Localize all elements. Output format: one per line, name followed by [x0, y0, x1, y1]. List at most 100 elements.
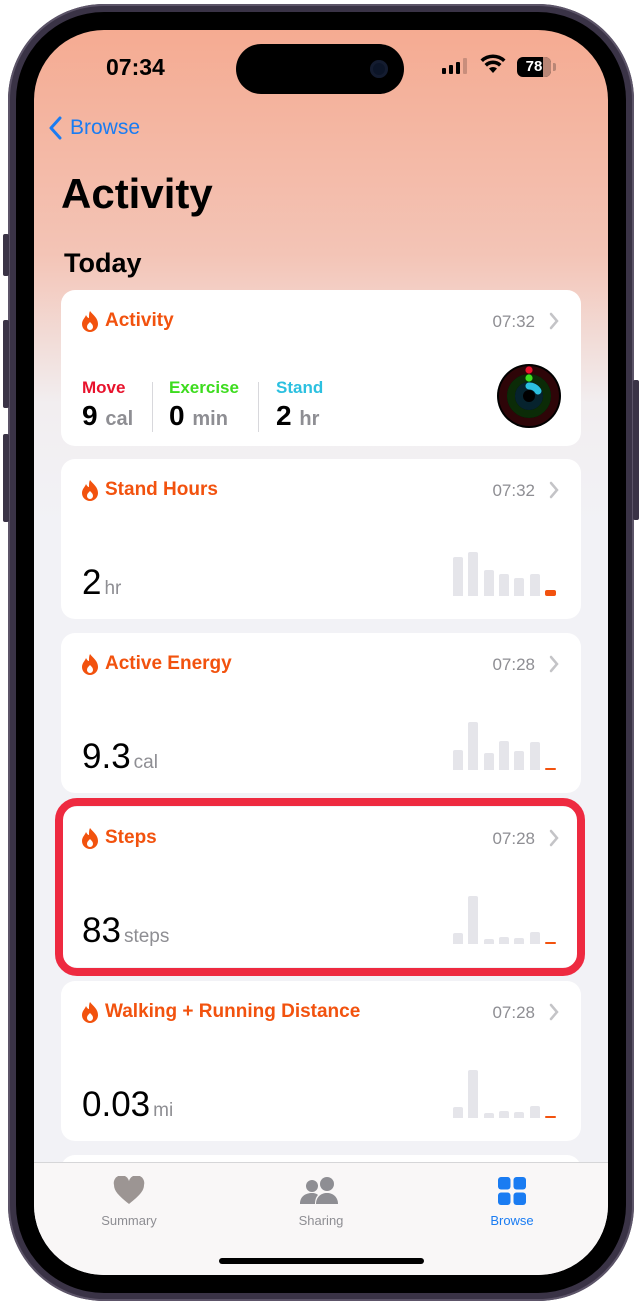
card-title: Stand Hours — [105, 479, 218, 500]
move-unit: cal — [105, 408, 134, 430]
card-title: Walking + Running Distance — [105, 1001, 361, 1022]
wifi-icon — [480, 54, 506, 73]
value: 0.03 — [82, 1085, 151, 1124]
trend-bar — [498, 1111, 509, 1118]
flame-icon — [82, 654, 98, 675]
active-energy-card[interactable]: Active Energy 07:28 9.3 cal — [61, 633, 581, 793]
activity-rings-icon — [497, 364, 561, 428]
unit: cal — [133, 752, 158, 773]
card-header: Active Energy — [81, 653, 232, 675]
tab-sharing[interactable]: Sharing — [266, 1173, 376, 1228]
chevron-right-icon — [549, 312, 559, 330]
trend-bar — [468, 722, 479, 770]
value: 9.3 — [82, 737, 131, 776]
move-label: Move — [82, 378, 126, 397]
battery-nub — [553, 63, 556, 71]
exercise-value: 0 — [169, 400, 185, 431]
flame-icon — [82, 1002, 98, 1023]
cellular-signal-icon — [442, 58, 467, 74]
section-header-today: Today — [64, 248, 142, 278]
walking-running-distance-card[interactable]: Walking + Running Distance 07:28 0.03 mi — [61, 981, 581, 1141]
trend-bar — [483, 1113, 494, 1118]
trend-chart — [453, 710, 559, 770]
flame-icon — [82, 311, 98, 332]
trend-chart — [453, 536, 559, 596]
tab-label: Summary — [101, 1213, 157, 1228]
trend-bar-current — [544, 1116, 556, 1118]
value: 2 — [82, 563, 102, 602]
trend-bar — [498, 741, 509, 770]
trend-bar — [514, 578, 525, 596]
chevron-left-icon — [49, 116, 62, 140]
unit: mi — [153, 1100, 174, 1121]
screen: 07:34 78 Browse Activity Today Activity … — [34, 30, 608, 1275]
card-header: Stand Hours — [81, 479, 218, 501]
trend-bar — [529, 1106, 540, 1118]
battery-level: 78 — [525, 58, 543, 75]
card-timestamp: 07:28 — [492, 655, 535, 674]
card-title: Activity — [105, 310, 174, 331]
flame-icon — [82, 480, 98, 501]
divider — [258, 382, 259, 432]
trend-bar — [468, 552, 479, 596]
steps-highlight-annotation — [55, 798, 585, 976]
heart-icon — [113, 1176, 145, 1204]
card-header: Activity — [81, 310, 174, 332]
status-time: 07:34 — [106, 54, 165, 80]
trend-bar — [468, 1070, 479, 1118]
card-timestamp: 07:32 — [492, 481, 535, 500]
card-value: 9.3 cal — [82, 737, 158, 777]
trend-bar — [529, 574, 540, 596]
trend-bar — [498, 574, 509, 596]
card-timestamp: 07:28 — [492, 1003, 535, 1022]
chevron-right-icon — [549, 655, 559, 673]
grid-icon — [498, 1177, 526, 1205]
stand-label: Stand — [276, 378, 324, 397]
trend-bar-current — [544, 768, 556, 770]
divider — [152, 382, 153, 432]
trend-bar — [483, 570, 494, 596]
page-title: Activity — [61, 170, 213, 217]
card-title: Active Energy — [105, 653, 232, 674]
tab-summary[interactable]: Summary — [74, 1173, 184, 1228]
trend-bar — [483, 753, 494, 770]
exercise-unit: min — [192, 408, 228, 430]
exercise-label: Exercise — [169, 378, 239, 397]
trend-chart — [453, 1058, 559, 1118]
stand-value: 2 — [276, 400, 292, 431]
dynamic-island — [236, 44, 404, 94]
stand-metric: Stand 2 hr — [276, 378, 323, 432]
tab-label: Sharing — [298, 1213, 344, 1228]
card-value: 2 hr — [82, 563, 121, 603]
exercise-metric: Exercise 0 min — [169, 378, 239, 432]
card-timestamp: 07:32 — [492, 312, 535, 331]
action-button — [3, 234, 9, 276]
people-icon — [300, 1177, 338, 1204]
tab-browse[interactable]: Browse — [457, 1173, 567, 1228]
stand-hours-card[interactable]: Stand Hours 07:32 2 hr — [61, 459, 581, 619]
power-button — [633, 380, 639, 520]
chevron-right-icon — [549, 481, 559, 499]
trend-bar — [453, 750, 463, 770]
trend-bar — [529, 742, 540, 770]
volume-down-button — [3, 434, 9, 522]
unit: hr — [104, 578, 122, 599]
back-label: Browse — [70, 116, 141, 139]
back-button[interactable]: Browse — [48, 116, 140, 140]
trend-bar-current — [544, 590, 556, 596]
chevron-right-icon — [549, 1003, 559, 1021]
tab-label: Browse — [490, 1213, 534, 1228]
trend-bar — [453, 557, 463, 596]
move-value: 9 — [82, 400, 98, 431]
stand-unit: hr — [299, 408, 320, 430]
volume-up-button — [3, 320, 9, 408]
trend-bar — [514, 751, 525, 770]
card-header: Walking + Running Distance — [81, 1001, 360, 1023]
move-metric: Move 9 cal — [82, 378, 133, 432]
trend-bar — [453, 1107, 463, 1118]
home-indicator[interactable] — [219, 1258, 424, 1264]
activity-card[interactable]: Activity 07:32 Move 9 cal Exercise 0 min… — [61, 290, 581, 446]
camera-icon — [370, 60, 388, 78]
card-value: 0.03 mi — [82, 1085, 173, 1125]
trend-bar — [514, 1112, 525, 1118]
